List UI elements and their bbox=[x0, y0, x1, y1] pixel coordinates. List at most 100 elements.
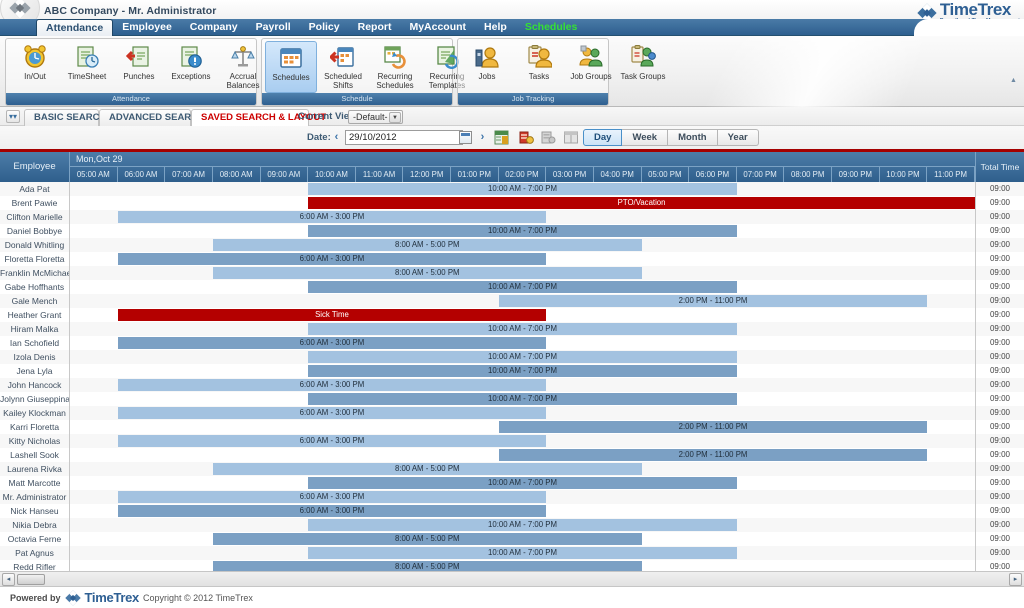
ribbon-button-task-groups[interactable]: Task Groups bbox=[617, 41, 669, 93]
horizontal-scrollbar[interactable]: ◂ ▸ bbox=[0, 571, 1024, 587]
employee-name-cell[interactable]: Jolynn Giuseppina bbox=[0, 392, 70, 406]
schedule-bar[interactable]: 10:00 AM - 7:00 PM bbox=[308, 351, 737, 363]
menu-item-payroll[interactable]: Payroll bbox=[247, 19, 300, 36]
schedule-track[interactable]: 10:00 AM - 7:00 PM bbox=[70, 350, 975, 364]
schedule-bar[interactable]: 8:00 AM - 5:00 PM bbox=[213, 533, 642, 545]
employee-name-cell[interactable]: Ian Schofield bbox=[0, 336, 70, 350]
schedule-track[interactable]: 8:00 AM - 5:00 PM bbox=[70, 532, 975, 546]
ribbon-button-jobs[interactable]: Jobs bbox=[461, 41, 513, 93]
schedule-track[interactable]: 6:00 AM - 3:00 PM bbox=[70, 378, 975, 392]
view-button-week[interactable]: Week bbox=[622, 129, 668, 146]
schedule-track[interactable]: 8:00 AM - 5:00 PM bbox=[70, 266, 975, 280]
schedule-track[interactable]: PTO/Vacation bbox=[70, 196, 975, 210]
schedule-track[interactable]: 10:00 AM - 7:00 PM bbox=[70, 392, 975, 406]
schedule-bar[interactable]: 6:00 AM - 3:00 PM bbox=[118, 337, 547, 349]
employee-name-cell[interactable]: Heather Grant bbox=[0, 308, 70, 322]
add-schedule-icon[interactable] bbox=[518, 130, 534, 145]
employee-name-cell[interactable]: Laurena Rivka bbox=[0, 462, 70, 476]
employee-name-cell[interactable]: Gale Mench bbox=[0, 294, 70, 308]
employee-name-cell[interactable]: Jena Lyla bbox=[0, 364, 70, 378]
next-date-button[interactable]: › bbox=[477, 130, 488, 144]
schedule-bar[interactable]: 8:00 AM - 5:00 PM bbox=[213, 463, 642, 475]
search-tab-advanced-search[interactable]: ADVANCED SEARCH bbox=[99, 109, 191, 126]
employee-name-cell[interactable]: Matt Marcotte bbox=[0, 476, 70, 490]
schedule-bar[interactable]: 10:00 AM - 7:00 PM bbox=[308, 477, 737, 489]
schedule-bar[interactable]: 10:00 AM - 7:00 PM bbox=[308, 519, 737, 531]
menu-item-attendance[interactable]: Attendance bbox=[36, 19, 113, 36]
menu-item-policy[interactable]: Policy bbox=[300, 19, 349, 36]
employee-name-cell[interactable]: Lashell Sook bbox=[0, 448, 70, 462]
employee-name-cell[interactable]: Izola Denis bbox=[0, 350, 70, 364]
view-button-year[interactable]: Year bbox=[718, 129, 759, 146]
schedule-track[interactable]: 2:00 PM - 11:00 PM bbox=[70, 448, 975, 462]
schedule-track[interactable]: 8:00 AM - 5:00 PM bbox=[70, 238, 975, 252]
current-view-select[interactable]: -Default- ▼ bbox=[348, 110, 403, 124]
schedule-track[interactable]: 6:00 AM - 3:00 PM bbox=[70, 210, 975, 224]
schedule-track[interactable]: 10:00 AM - 7:00 PM bbox=[70, 546, 975, 560]
schedule-bar[interactable]: 10:00 AM - 7:00 PM bbox=[308, 225, 737, 237]
schedule-bar[interactable]: 6:00 AM - 3:00 PM bbox=[118, 505, 547, 517]
scroll-right-icon[interactable]: ▸ bbox=[1009, 573, 1022, 586]
schedule-track[interactable]: 8:00 AM - 5:00 PM bbox=[70, 462, 975, 476]
schedule-bar[interactable]: 10:00 AM - 7:00 PM bbox=[308, 393, 737, 405]
schedule-bar[interactable]: 2:00 PM - 11:00 PM bbox=[499, 295, 928, 307]
chevron-down-icon[interactable]: ▼ bbox=[389, 112, 401, 123]
schedule-bar[interactable]: 8:00 AM - 5:00 PM bbox=[213, 239, 642, 251]
scrollbar-thumb[interactable] bbox=[17, 574, 45, 585]
menu-context-schedules[interactable]: Schedules bbox=[516, 19, 587, 36]
schedule-bar[interactable]: 2:00 PM - 11:00 PM bbox=[499, 421, 928, 433]
ribbon-button-schedules[interactable]: Schedules bbox=[265, 41, 317, 93]
schedule-track[interactable]: 6:00 AM - 3:00 PM bbox=[70, 504, 975, 518]
employee-name-cell[interactable]: Redd Rifler bbox=[0, 560, 70, 571]
ribbon-collapse-icon[interactable]: ▲ bbox=[1008, 77, 1019, 86]
employee-name-cell[interactable]: Franklin McMichaels bbox=[0, 266, 70, 280]
schedule-track[interactable]: 8:00 AM - 5:00 PM bbox=[70, 560, 975, 571]
ribbon-button-in-out[interactable]: In/Out bbox=[9, 41, 61, 93]
search-tab-basic-search[interactable]: BASIC SEARCH bbox=[24, 109, 99, 126]
mass-edit-icon[interactable] bbox=[540, 130, 556, 145]
schedule-track[interactable]: 6:00 AM - 3:00 PM bbox=[70, 336, 975, 350]
schedule-bar[interactable]: 8:00 AM - 5:00 PM bbox=[213, 561, 642, 571]
employee-name-cell[interactable]: Kailey Klockman bbox=[0, 406, 70, 420]
schedule-track[interactable]: 6:00 AM - 3:00 PM bbox=[70, 434, 975, 448]
ribbon-button-exceptions[interactable]: Exceptions bbox=[165, 41, 217, 93]
employee-name-cell[interactable]: Mr. Administrator bbox=[0, 490, 70, 504]
scroll-left-icon[interactable]: ◂ bbox=[2, 573, 15, 586]
employee-name-cell[interactable]: Brent Pawie bbox=[0, 196, 70, 210]
ribbon-button-scheduled-shifts[interactable]: Scheduled Shifts bbox=[317, 41, 369, 93]
schedule-track[interactable]: 6:00 AM - 3:00 PM bbox=[70, 490, 975, 504]
schedule-bar[interactable]: 6:00 AM - 3:00 PM bbox=[118, 407, 547, 419]
ribbon-button-timesheet[interactable]: TimeSheet bbox=[61, 41, 113, 93]
employee-name-cell[interactable]: Octavia Ferne bbox=[0, 532, 70, 546]
layout-icon[interactable] bbox=[563, 130, 579, 145]
employee-name-cell[interactable]: Daniel Bobbye bbox=[0, 224, 70, 238]
schedule-track[interactable]: 10:00 AM - 7:00 PM bbox=[70, 476, 975, 490]
employee-name-cell[interactable]: Gabe Hoffhants bbox=[0, 280, 70, 294]
schedule-bar[interactable]: 10:00 AM - 7:00 PM bbox=[308, 365, 737, 377]
schedule-track[interactable]: Sick Time bbox=[70, 308, 975, 322]
menu-item-employee[interactable]: Employee bbox=[113, 19, 181, 36]
ribbon-button-tasks[interactable]: Tasks bbox=[513, 41, 565, 93]
schedule-bar[interactable]: 2:00 PM - 11:00 PM bbox=[499, 449, 928, 461]
menu-item-myaccount[interactable]: MyAccount bbox=[400, 19, 475, 36]
search-tab-saved-search-layout[interactable]: SAVED SEARCH & LAYOUT bbox=[191, 109, 309, 126]
employee-name-cell[interactable]: Karri Floretta bbox=[0, 420, 70, 434]
schedule-bar[interactable]: 6:00 AM - 3:00 PM bbox=[118, 491, 547, 503]
schedule-bar[interactable]: 10:00 AM - 7:00 PM bbox=[308, 323, 737, 335]
ribbon-button-punches[interactable]: Punches bbox=[113, 41, 165, 93]
schedule-track[interactable]: 10:00 AM - 7:00 PM bbox=[70, 182, 975, 196]
schedule-track[interactable]: 10:00 AM - 7:00 PM bbox=[70, 364, 975, 378]
ribbon-button-job-groups[interactable]: Job Groups bbox=[565, 41, 617, 93]
schedule-track[interactable]: 10:00 AM - 7:00 PM bbox=[70, 224, 975, 238]
schedule-bar[interactable]: 6:00 AM - 3:00 PM bbox=[118, 211, 547, 223]
schedule-track[interactable]: 10:00 AM - 7:00 PM bbox=[70, 280, 975, 294]
employee-name-cell[interactable]: John Hancock bbox=[0, 378, 70, 392]
schedule-track[interactable]: 10:00 AM - 7:00 PM bbox=[70, 518, 975, 532]
schedule-bar[interactable]: PTO/Vacation bbox=[308, 197, 975, 209]
prev-date-button[interactable]: ‹ bbox=[331, 130, 342, 144]
schedule-bar[interactable]: 10:00 AM - 7:00 PM bbox=[308, 183, 737, 195]
employee-name-cell[interactable]: Nick Hanseu bbox=[0, 504, 70, 518]
schedule-track[interactable]: 2:00 PM - 11:00 PM bbox=[70, 294, 975, 308]
employee-name-cell[interactable]: Clifton Marielle bbox=[0, 210, 70, 224]
menu-item-report[interactable]: Report bbox=[349, 19, 401, 36]
